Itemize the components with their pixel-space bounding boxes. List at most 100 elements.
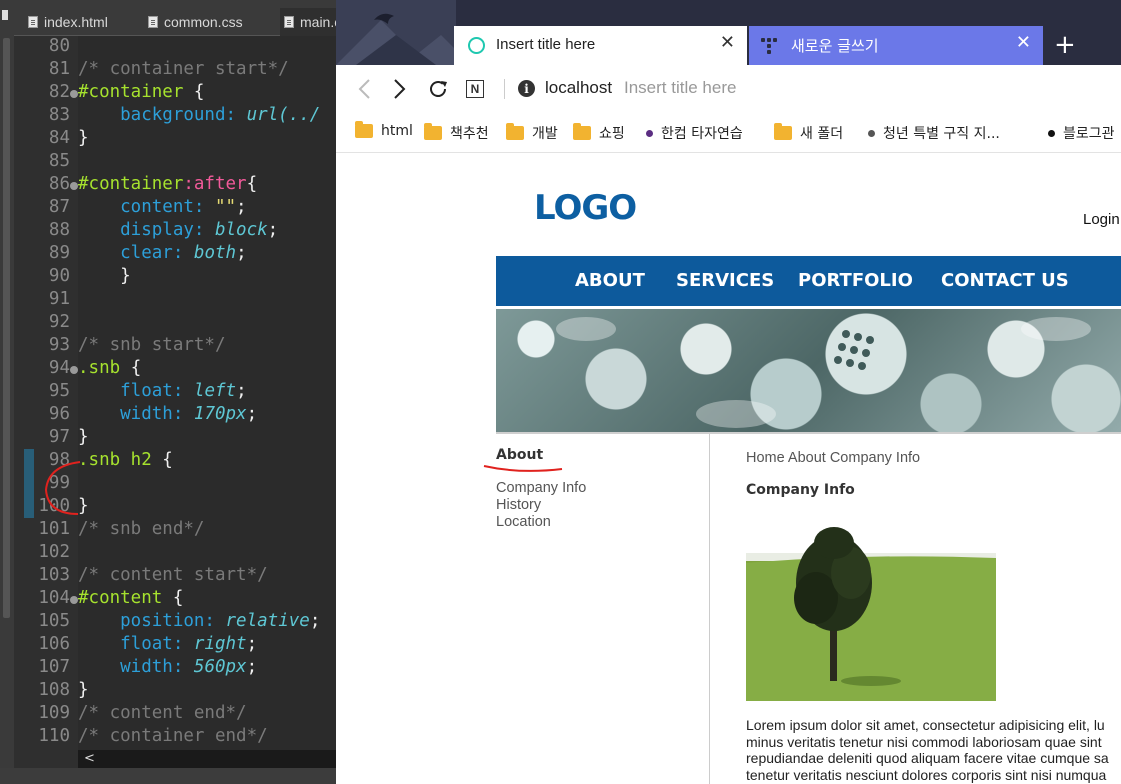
code-line[interactable]: /* container start*/ — [78, 58, 289, 81]
browser-tab-active[interactable]: Insert title here ✕ — [454, 26, 747, 65]
bookmark-dev[interactable]: 개발 — [506, 123, 558, 143]
line-number: 85 — [48, 151, 70, 171]
back-arrow-icon[interactable] — [350, 75, 378, 103]
code-line[interactable]: display: block; — [78, 219, 278, 242]
code-token: ; — [236, 197, 247, 217]
code-token: clear: — [78, 243, 194, 263]
code-token: { — [120, 358, 142, 378]
code-line[interactable]: width: 170px; — [78, 403, 257, 426]
line-number: 86 — [48, 174, 70, 194]
address-page-title[interactable]: Insert title here — [624, 78, 736, 98]
code-token: .snb h2 — [78, 450, 152, 470]
line-number: 84 — [48, 128, 70, 148]
code-token: relative — [225, 611, 310, 631]
bookmark-blog[interactable]: 블로그관 — [1048, 123, 1115, 143]
line-number: 107 — [38, 657, 70, 677]
code-line[interactable]: } — [78, 426, 89, 449]
code-token: #content — [78, 588, 163, 608]
code-token: 560px — [193, 657, 247, 677]
naver-n-icon[interactable]: N — [466, 80, 484, 98]
editor-tab-common-css[interactable]: common.css — [148, 8, 243, 36]
code-token: } — [78, 427, 89, 447]
close-tab-icon[interactable]: ✕ — [720, 32, 735, 53]
code-line[interactable]: #container { — [78, 81, 204, 104]
fold-toggle-icon[interactable] — [70, 182, 78, 190]
bookmark-book-recommend[interactable]: 책추천 — [424, 123, 489, 143]
bookmark-youth-job[interactable]: 청년 특별 구직 지... — [868, 123, 1000, 143]
menu-about[interactable]: ABOUT — [575, 270, 645, 291]
snb-history[interactable]: History — [496, 497, 541, 514]
code-token: } — [78, 128, 89, 148]
menu-portfolio[interactable]: PORTFOLIO — [798, 270, 913, 291]
site-info-icon[interactable]: i — [518, 80, 535, 97]
reload-icon[interactable] — [424, 75, 452, 103]
code-line[interactable]: } — [78, 679, 89, 702]
code-line[interactable]: .snb { — [78, 357, 141, 380]
editor-tab-index-html[interactable]: index.html — [28, 8, 108, 36]
snb-heading: About — [496, 447, 544, 463]
code-area[interactable]: /* container start*/#container { backgro… — [78, 36, 336, 750]
code-line[interactable]: } — [78, 127, 89, 150]
code-token: :after — [183, 174, 247, 194]
fold-toggle-icon[interactable] — [70, 596, 78, 604]
line-number: 83 — [48, 105, 70, 125]
code-line[interactable]: float: left; — [78, 380, 246, 403]
menu-contact-us[interactable]: CONTACT US — [941, 270, 1069, 291]
forward-arrow-icon[interactable] — [386, 75, 414, 103]
folder-icon — [424, 123, 442, 140]
line-number: 91 — [48, 289, 70, 309]
code-line[interactable]: width: 560px; — [78, 656, 257, 679]
code-token: ; — [246, 657, 258, 677]
code-token: /* content end*/ — [78, 703, 247, 723]
bookmarks-bar: html 책추천 개발 쇼핑 한컴 타자연습 새 폴더 청년 특별 구직 지..… — [336, 113, 1121, 153]
column-divider — [709, 434, 710, 784]
code-line[interactable]: /* snb start*/ — [78, 334, 226, 357]
line-number: 108 — [38, 680, 70, 700]
browser-tab-second[interactable]: 새로운 글쓰기 ✕ — [749, 26, 1043, 65]
menu-services[interactable]: SERVICES — [676, 270, 774, 291]
code-token: #container — [78, 82, 184, 102]
line-number: 81 — [48, 59, 70, 79]
vertical-scrollbar[interactable] — [3, 38, 10, 618]
new-tab-plus-icon[interactable]: + — [1054, 30, 1076, 60]
code-line[interactable]: content: ""; — [78, 196, 247, 219]
code-line[interactable]: #container:after{ — [78, 173, 257, 196]
line-number: 98 — [48, 450, 70, 470]
bookmark-shopping[interactable]: 쇼핑 — [573, 123, 625, 143]
code-token: /* content start*/ — [78, 565, 268, 585]
code-token: both — [193, 243, 237, 263]
horizontal-scrollbar[interactable]: < — [78, 750, 336, 768]
code-line[interactable]: .snb h2 { — [78, 449, 173, 472]
code-line[interactable]: background: url(../ — [78, 104, 320, 127]
bookmark-html[interactable]: html — [355, 121, 413, 139]
code-line[interactable]: } — [78, 265, 131, 288]
snb-company-info[interactable]: Company Info — [496, 480, 586, 497]
code-line[interactable]: /* snb end*/ — [78, 518, 204, 541]
snb-location[interactable]: Location — [496, 514, 551, 531]
hero-bottom-border — [496, 432, 1121, 434]
code-line[interactable]: } — [78, 495, 89, 518]
bookmark-new-folder[interactable]: 새 폴더 — [774, 123, 843, 143]
fold-toggle-icon[interactable] — [70, 90, 78, 98]
code-line[interactable]: /* container end*/ — [78, 725, 268, 748]
fold-toggle-icon[interactable] — [70, 366, 78, 374]
login-link[interactable]: Login — [1083, 211, 1120, 228]
code-line[interactable]: /* content start*/ — [78, 564, 268, 587]
code-line[interactable]: position: relative; — [78, 610, 320, 633]
close-tab-icon[interactable]: ✕ — [1016, 32, 1031, 53]
code-line[interactable]: /* content end*/ — [78, 702, 247, 725]
tab-bar-artwork — [336, 0, 456, 65]
bookmark-hancom-typing[interactable]: 한컴 타자연습 — [646, 123, 743, 143]
code-token: { — [246, 174, 258, 194]
line-number: 106 — [38, 634, 70, 654]
line-number: 82 — [48, 82, 70, 102]
editor-tab-main-css[interactable]: main.c — [280, 8, 336, 36]
code-line[interactable]: float: right; — [78, 633, 257, 656]
code-line[interactable]: clear: both; — [78, 242, 246, 265]
address-host[interactable]: localhost — [545, 78, 612, 98]
code-token: } — [78, 266, 131, 286]
site-logo[interactable]: LOGO — [534, 188, 637, 228]
code-line[interactable]: #content { — [78, 587, 183, 610]
scroll-left-icon[interactable]: < — [84, 751, 95, 766]
line-number: 88 — [48, 220, 70, 240]
